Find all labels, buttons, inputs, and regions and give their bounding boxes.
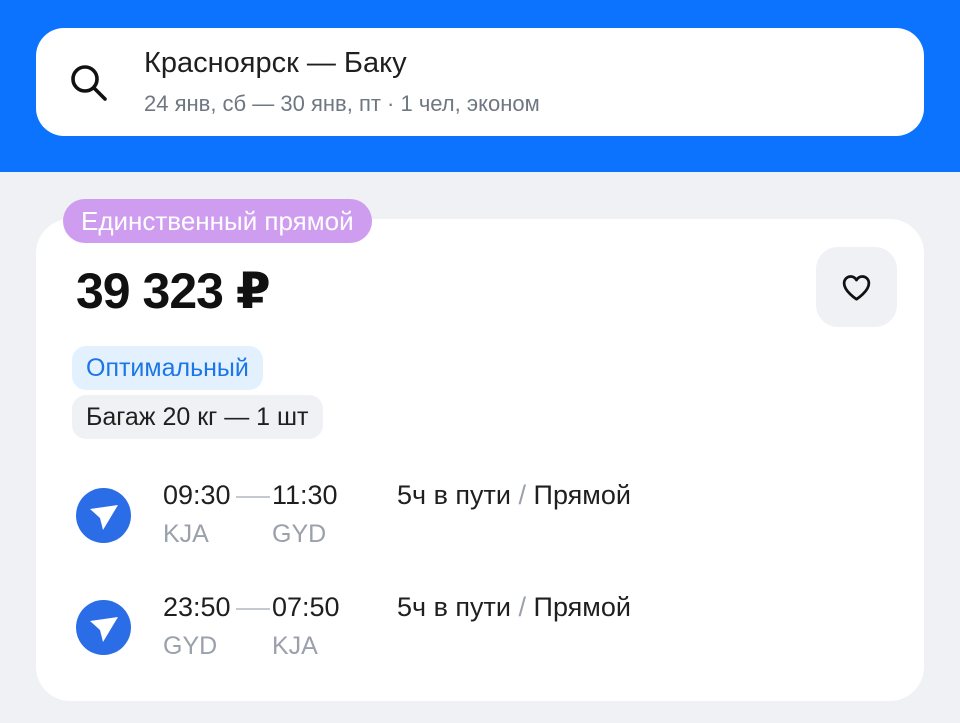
flight-segment-return: 23:50 07:50 GYD KJA 5ч в пути / Прямой — [76, 592, 896, 672]
duration-text: 5ч в пути — [397, 480, 511, 510]
time-separator — [236, 608, 270, 610]
flight-duration: 5ч в пути / Прямой — [397, 480, 631, 511]
flight-segment-outbound: 09:30 11:30 KJA GYD 5ч в пути / Прямой — [76, 480, 896, 560]
flight-type: Прямой — [533, 592, 631, 622]
ticket-price: 39 323 ₽ — [76, 263, 271, 319]
duration-separator: / — [518, 480, 527, 510]
optimal-tag: Оптимальный — [72, 346, 263, 390]
search-details: 24 янв, сб — 30 янв, пт · 1 чел, эконом — [144, 91, 540, 116]
baggage-tag: Багаж 20 кг — 1 шт — [72, 395, 323, 439]
flight-type: Прямой — [533, 480, 631, 510]
direct-flight-badge: Единственный прямой — [63, 199, 372, 243]
flight-duration: 5ч в пути / Прямой — [397, 592, 631, 623]
departure-airport-code: KJA — [163, 520, 209, 548]
departure-time: 09:30 — [163, 480, 231, 510]
heart-icon — [842, 275, 871, 301]
arrival-time: 07:50 — [272, 592, 340, 622]
airline-logo-icon — [76, 488, 131, 543]
airline-logo-icon — [76, 600, 131, 655]
arrival-time: 11:30 — [272, 480, 338, 510]
favorite-button[interactable] — [816, 247, 897, 327]
search-route: Красноярск — Баку — [144, 47, 407, 79]
time-separator — [236, 496, 270, 498]
search-summary-button[interactable]: Красноярск — Баку 24 янв, сб — 30 янв, п… — [36, 28, 924, 136]
search-icon — [71, 65, 107, 101]
duration-separator: / — [518, 592, 527, 622]
arrival-airport-code: KJA — [272, 632, 318, 660]
departure-time: 23:50 — [163, 592, 231, 622]
arrival-airport-code: GYD — [272, 520, 327, 548]
duration-text: 5ч в пути — [397, 592, 511, 622]
departure-airport-code: GYD — [163, 632, 218, 660]
